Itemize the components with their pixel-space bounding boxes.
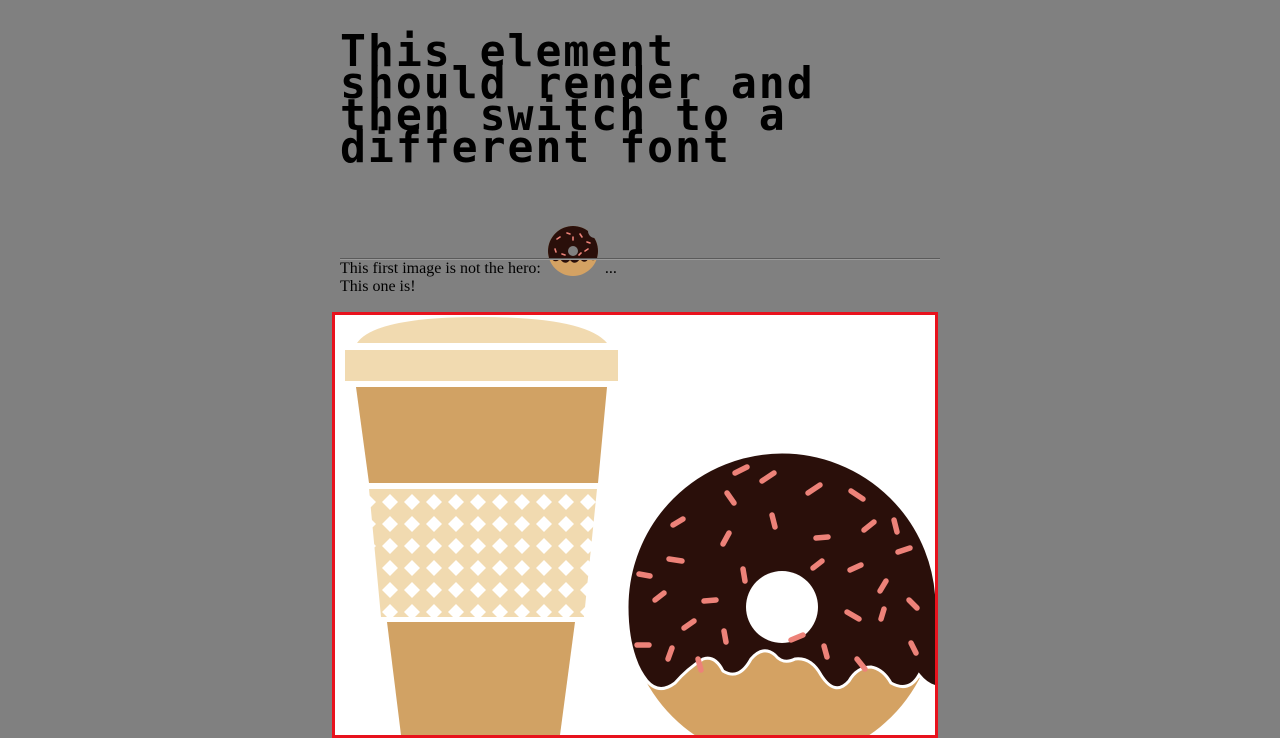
- donut-icon: [547, 225, 599, 276]
- horizontal-rule: [340, 258, 940, 260]
- coffee-and-donut-illustration: [345, 317, 935, 735]
- coffee-cup: [345, 317, 618, 735]
- hero-intro-paragraph: This one is!: [340, 278, 416, 295]
- first-image-paragraph: This first image is not the hero: ...: [340, 225, 617, 279]
- page-heading: This element should render and then swit…: [340, 30, 928, 170]
- first-image-text: This first image is not the hero:: [340, 260, 541, 277]
- hero-image: [332, 312, 938, 738]
- chocolate-donut: [625, 450, 935, 735]
- first-image-ellipsis: ...: [604, 260, 617, 277]
- heading-line-4: different font: [340, 122, 731, 173]
